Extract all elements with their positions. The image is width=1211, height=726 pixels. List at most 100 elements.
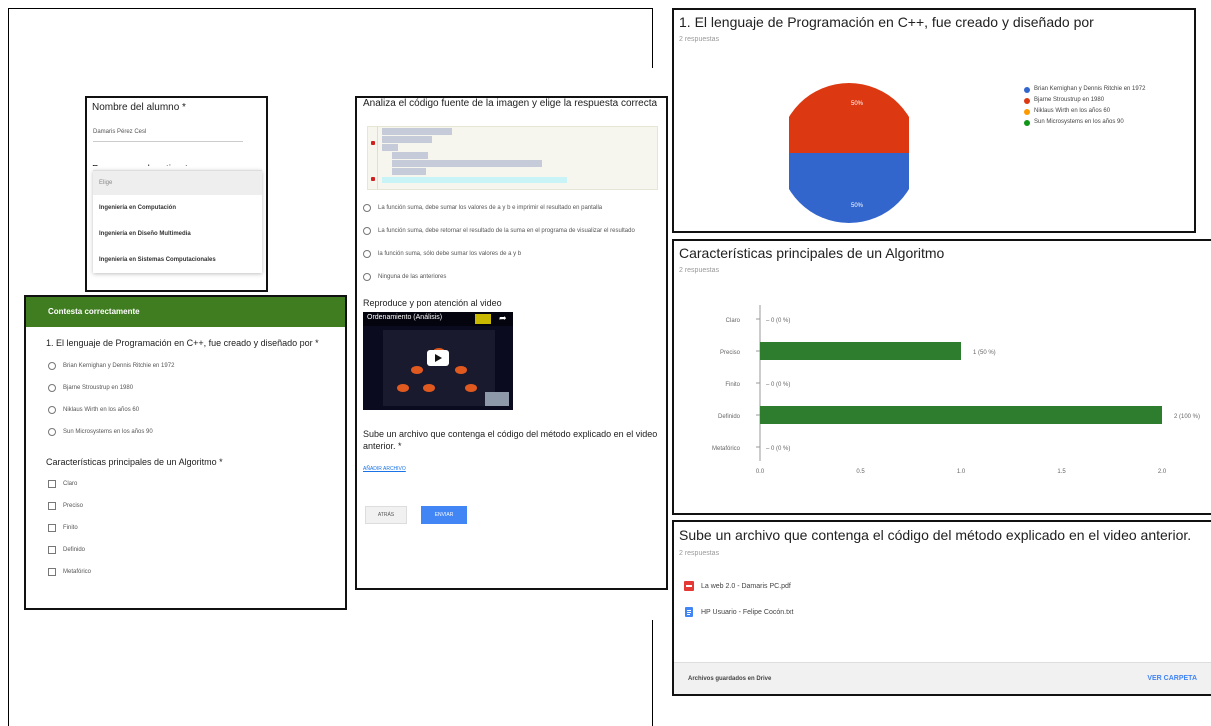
video-player[interactable]: Ordenamiento (Análisis) ➦ xyxy=(363,312,513,410)
radio-icon[interactable] xyxy=(363,273,371,281)
code-line xyxy=(392,168,426,175)
frame-top-line xyxy=(8,8,653,9)
files-footer: Archivos guardados en Drive VER CARPETA xyxy=(674,662,1211,694)
legend-label: Sun Microsystems en los años 90 xyxy=(1034,119,1124,125)
pie-label-top: 50% xyxy=(851,101,864,107)
bar-category-label: Preciso xyxy=(720,350,741,356)
doc-file-icon xyxy=(685,607,693,617)
legend-label: Brian Kernighan y Dennis Ritchie en 1972 xyxy=(1034,86,1146,92)
option-label: Claro xyxy=(63,481,78,487)
checkbox-option[interactable]: Metafórico xyxy=(26,561,345,583)
dropdown-option[interactable]: Elige xyxy=(93,171,262,195)
tree-node xyxy=(423,384,435,392)
bar-x-tick-label: 2.0 xyxy=(1158,469,1167,475)
student-name-value[interactable]: Damaris Pérez Cesl xyxy=(87,113,266,135)
tree-node xyxy=(411,366,423,374)
add-file-link[interactable]: AÑADIR ARCHIVO xyxy=(357,452,666,472)
radio-icon[interactable] xyxy=(48,406,56,414)
file-name: HP Usuario - Felipe Cocón.txt xyxy=(701,608,794,616)
code-image xyxy=(367,126,658,190)
program-dropdown[interactable]: Elige Ingeniería en Computación Ingenier… xyxy=(93,170,262,273)
option-label: La función suma, debe sumar los valores … xyxy=(378,205,603,211)
bar-subtitle: 2 respuestas xyxy=(679,267,720,274)
file-item[interactable]: La web 2.0 - Damaris PC.pdf xyxy=(674,573,1211,599)
bar-value-label: – 0 (0 %) xyxy=(766,382,790,388)
breakpoint-icon xyxy=(371,141,375,145)
pie-chart: 50% 50% xyxy=(789,83,909,223)
clock-icon xyxy=(475,314,491,324)
option-label: Brian Kernighan y Dennis Ritchie en 1972 xyxy=(63,363,175,369)
option-label: Sun Microsystems en los años 90 xyxy=(63,429,153,435)
code-line xyxy=(382,144,398,151)
legend-dot xyxy=(1024,87,1030,93)
bar-chart: Claro – 0 (0 %) Preciso 1 (50 %) Finito – 0 (… xyxy=(712,305,1200,475)
radio-icon[interactable] xyxy=(363,250,371,258)
pie-title: 1. El lenguaje de Programación en C++, f… xyxy=(679,14,1094,30)
radio-option[interactable]: La función suma, debe retornar el result… xyxy=(357,227,666,236)
option-label: Definido xyxy=(63,547,86,553)
pie-legend: Brian Kernighan y Dennis Ritchie en 1972… xyxy=(1024,86,1184,130)
radio-icon[interactable] xyxy=(363,204,371,212)
option-label: Preciso xyxy=(63,503,84,509)
radio-option[interactable]: Ninguna de las anteriores xyxy=(357,273,666,282)
bar-category-label: Finito xyxy=(725,382,740,388)
radio-option[interactable]: Sun Microsystems en los años 90 xyxy=(26,421,345,443)
legend-item: Sun Microsystems en los años 90 xyxy=(1024,119,1184,126)
checkbox-icon[interactable] xyxy=(48,546,56,554)
file-name: La web 2.0 - Damaris PC.pdf xyxy=(701,582,791,590)
bar-value-label: 1 (50 %) xyxy=(973,350,996,356)
radio-icon[interactable] xyxy=(48,384,56,392)
radio-icon[interactable] xyxy=(48,428,56,436)
code-line xyxy=(382,128,452,135)
checkbox-option[interactable]: Claro xyxy=(26,473,345,495)
option-label: Niklaus Wirth en los años 60 xyxy=(63,407,140,413)
option-label: Bjarne Stroustrup en 1980 xyxy=(63,385,134,391)
pie-label-bottom: 50% xyxy=(851,203,864,209)
radio-option[interactable]: La función suma, debe sumar los valores … xyxy=(357,204,666,213)
question-2: Características principales de un Algori… xyxy=(46,457,223,467)
pdf-file-icon xyxy=(684,581,694,591)
play-icon[interactable] xyxy=(427,350,449,366)
dropdown-option[interactable]: Ingeniería en Computación xyxy=(93,195,262,221)
radio-option[interactable]: Brian Kernighan y Dennis Ritchie en 1972 xyxy=(26,355,345,377)
legend-dot xyxy=(1024,109,1030,115)
legend-item: Bjarne Stroustrup en 1980 xyxy=(1024,97,1184,104)
files-results-card: Sube un archivo que contenga el código d… xyxy=(672,520,1211,696)
student-name-label: Nombre del alumno * xyxy=(92,102,186,113)
checkbox-icon[interactable] xyxy=(48,502,56,510)
bar-category-label: Claro xyxy=(726,318,741,324)
code-line xyxy=(382,136,432,143)
back-button[interactable]: ATRÁS xyxy=(365,506,407,524)
radio-option[interactable]: Niklaus Wirth en los años 60 xyxy=(26,399,345,421)
frame-divider-top xyxy=(652,8,653,68)
video-thumbnail xyxy=(485,392,509,406)
checkbox-option[interactable]: Preciso xyxy=(26,495,345,517)
file-item[interactable]: HP Usuario - Felipe Cocón.txt xyxy=(674,599,1211,625)
share-icon[interactable]: ➦ xyxy=(499,313,507,324)
radio-option[interactable]: la función suma, sólo debe sumar los val… xyxy=(357,250,666,259)
bar-results-card: Características principales de un Algori… xyxy=(672,239,1211,515)
checkbox-icon[interactable] xyxy=(48,524,56,532)
tree-node xyxy=(465,384,477,392)
checkbox-icon[interactable] xyxy=(48,568,56,576)
checkbox-icon[interactable] xyxy=(48,480,56,488)
tree-node xyxy=(455,366,467,374)
bar-value-label: 2 (100 %) xyxy=(1174,414,1200,420)
legend-item: Niklaus Wirth en los años 60 xyxy=(1024,108,1184,115)
code-line xyxy=(392,152,428,159)
frame-left-line xyxy=(8,8,9,726)
checkbox-option[interactable]: Finito xyxy=(26,517,345,539)
option-label: la función suma, sólo debe sumar los val… xyxy=(378,251,522,257)
dropdown-option[interactable]: Ingeniería en Sistemas Computacionales xyxy=(93,247,262,273)
bar-category-label: Definido xyxy=(718,414,741,420)
radio-icon[interactable] xyxy=(363,227,371,235)
frame-divider-bottom xyxy=(652,620,653,726)
pie-slice-red xyxy=(789,83,909,153)
view-folder-button[interactable]: VER CARPETA xyxy=(1147,675,1197,682)
bar-category-label: Metafórico xyxy=(712,446,741,452)
dropdown-option[interactable]: Ingeniería en Diseño Multimedia xyxy=(93,221,262,247)
send-button[interactable]: ENVIAR xyxy=(421,506,467,524)
radio-icon[interactable] xyxy=(48,362,56,370)
checkbox-option[interactable]: Definido xyxy=(26,539,345,561)
radio-option[interactable]: Bjarne Stroustrup en 1980 xyxy=(26,377,345,399)
